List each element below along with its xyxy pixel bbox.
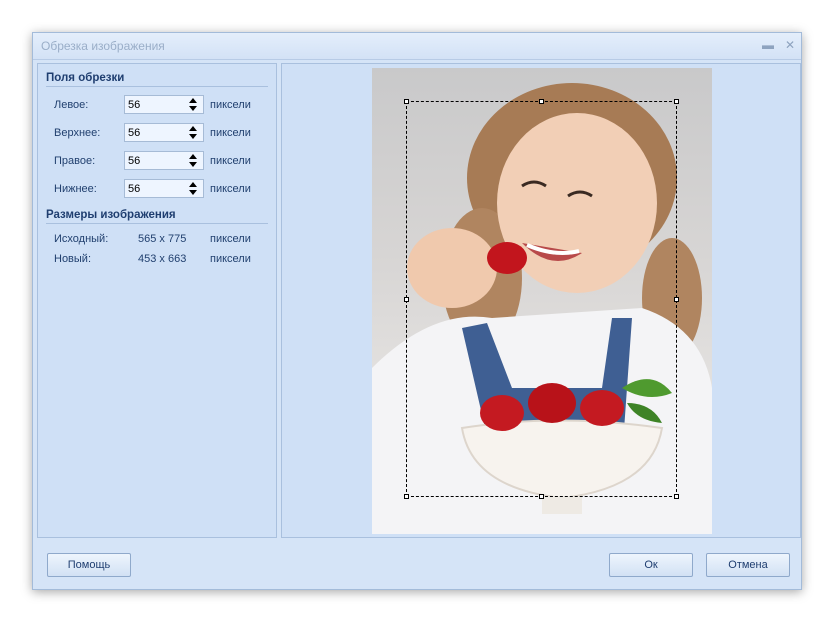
top-margin-label: Верхнее: <box>54 127 101 139</box>
minimize-icon[interactable]: ▬ <box>761 38 775 52</box>
crop-handle-top-left[interactable] <box>404 99 409 104</box>
size-header: Размеры изображения <box>46 209 268 224</box>
bottom-margin-unit: пиксели <box>210 183 251 195</box>
cancel-button[interactable]: Отмена <box>706 553 790 577</box>
crop-handle-bottom-left[interactable] <box>404 494 409 499</box>
original-size-label: Исходный: <box>54 233 109 245</box>
left-margin-unit: пиксели <box>210 99 251 111</box>
left-margin-value[interactable]: 56 <box>128 99 140 111</box>
left-margin-label: Левое: <box>54 99 89 111</box>
bottom-margin-label: Нижнее: <box>54 183 97 195</box>
bottom-margin-value[interactable]: 56 <box>128 183 140 195</box>
spinner-arrows-icon[interactable] <box>188 97 198 112</box>
crop-handle-right[interactable] <box>674 297 679 302</box>
title-bar[interactable]: Обрезка изображения ▬ ✕ <box>33 33 801 60</box>
new-size-value: 453 x 663 <box>138 253 187 265</box>
original-size-unit: пиксели <box>210 233 251 245</box>
crop-frame[interactable] <box>404 99 679 499</box>
crop-handle-top-right[interactable] <box>674 99 679 104</box>
left-margin-input[interactable]: 56 <box>124 95 204 114</box>
spinner-arrows-icon[interactable] <box>188 181 198 196</box>
preview-panel <box>281 63 801 538</box>
top-margin-unit: пиксели <box>210 127 251 139</box>
help-button[interactable]: Помощь <box>47 553 131 577</box>
crop-dialog: Обрезка изображения ▬ ✕ Поля обрезки Лев… <box>32 32 802 590</box>
settings-panel: Поля обрезки Левое: 56 пиксели Верхнее: … <box>37 63 277 538</box>
margins-header: Поля обрезки <box>46 72 268 87</box>
crop-handle-bottom-right[interactable] <box>674 494 679 499</box>
top-margin-input[interactable]: 56 <box>124 123 204 142</box>
right-margin-input[interactable]: 56 <box>124 151 204 170</box>
right-margin-value[interactable]: 56 <box>128 155 140 167</box>
preview-image <box>372 68 712 534</box>
crop-handle-left[interactable] <box>404 297 409 302</box>
spinner-arrows-icon[interactable] <box>188 153 198 168</box>
right-margin-unit: пиксели <box>210 155 251 167</box>
crop-handle-bottom[interactable] <box>539 494 544 499</box>
right-margin-label: Правое: <box>54 155 96 167</box>
close-icon[interactable]: ✕ <box>783 38 797 52</box>
crop-handle-top[interactable] <box>539 99 544 104</box>
dialog-title: Обрезка изображения <box>41 39 165 53</box>
ok-button[interactable]: Ок <box>609 553 693 577</box>
new-size-unit: пиксели <box>210 253 251 265</box>
original-size-value: 565 x 775 <box>138 233 187 245</box>
bottom-margin-input[interactable]: 56 <box>124 179 204 198</box>
spinner-arrows-icon[interactable] <box>188 125 198 140</box>
new-size-label: Новый: <box>54 253 92 265</box>
top-margin-value[interactable]: 56 <box>128 127 140 139</box>
